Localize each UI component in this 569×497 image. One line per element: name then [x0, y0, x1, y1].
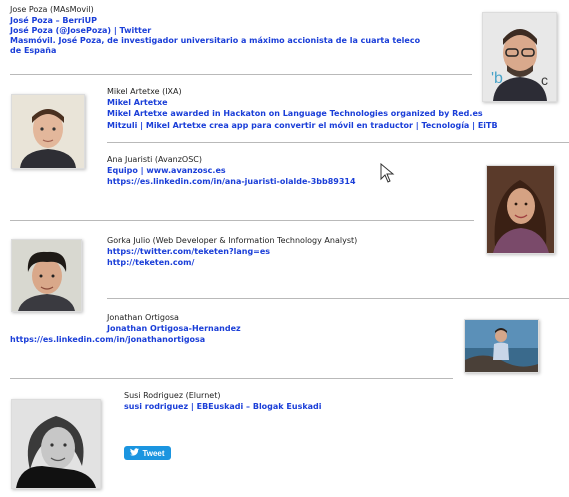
photo-susi-rodriguez — [11, 399, 101, 489]
person-name-mikel-artetxe: Mikel Artetxe (IXA) — [107, 87, 182, 96]
link-jose-poza-masmovil-cont[interactable]: de España — [10, 46, 56, 56]
link-mikel-artetxe-hackaton[interactable]: Mikel Artetxe awarded in Hackaton on Lan… — [107, 109, 483, 119]
link-susi-rodriguez-ebeuskadi[interactable]: susi rodriguez | EBEuskadi – Blogak Eusk… — [124, 402, 322, 412]
photo-gorka-julio — [11, 239, 82, 312]
person-name-gorka-julio: Gorka Julio (Web Developer & Information… — [107, 236, 358, 245]
divider — [107, 142, 569, 143]
divider — [10, 74, 472, 75]
person-name-jose-poza: Jose Poza (MAsMovil) — [10, 5, 94, 14]
tweet-button[interactable]: Tweet — [124, 446, 171, 460]
link-mikel-artetxe[interactable]: Mikel Artetxe — [107, 98, 168, 108]
mouse-cursor-icon — [380, 163, 395, 183]
person-name-jonathan-ortigosa: Jonathan Ortigosa — [107, 313, 179, 322]
link-ana-juaristi-avanzosc[interactable]: Equipo | www.avanzosc.es — [107, 166, 226, 176]
link-gorka-julio-teketen[interactable]: http://teketen.com/ — [107, 258, 194, 268]
link-ana-juaristi-linkedin[interactable]: https://es.linkedin.com/in/ana-juaristi-… — [107, 177, 356, 187]
link-jose-poza-twitter[interactable]: José Poza (@JosePoza) | Twitter — [10, 26, 151, 36]
person-name-susi-rodriguez: Susi Rodriguez (Elurnet) — [124, 391, 221, 400]
link-jose-poza-berriup[interactable]: José Poza – BerriUP — [10, 16, 97, 26]
photo-jose-poza: 'b c — [482, 12, 557, 102]
twitter-bird-icon — [130, 448, 140, 458]
photo-jonathan-ortigosa — [464, 319, 539, 373]
divider — [10, 378, 453, 379]
link-mikel-artetxe-mitzuli[interactable]: Mitzuli | Mikel Artetxe crea app para co… — [107, 121, 498, 131]
link-jonathan-ortigosa-hernandez[interactable]: Jonathan Ortigosa-Hernandez — [107, 324, 241, 334]
divider — [10, 220, 474, 221]
tweet-label: Tweet — [142, 448, 165, 458]
photo-ana-juaristi — [486, 165, 555, 254]
svg-text:c: c — [541, 72, 548, 88]
link-jonathan-ortigosa-linkedin[interactable]: https://es.linkedin.com/in/jonathanortig… — [10, 335, 205, 345]
divider — [107, 298, 569, 299]
link-jose-poza-masmovil[interactable]: Masmóvil. José Poza, de investigador uni… — [10, 36, 420, 46]
photo-mikel-artetxe — [11, 94, 85, 169]
person-name-ana-juaristi: Ana Juaristi (AvanzOSC) — [107, 155, 203, 164]
link-gorka-julio-twitter[interactable]: https://twitter.com/teketen?lang=es — [107, 247, 270, 257]
